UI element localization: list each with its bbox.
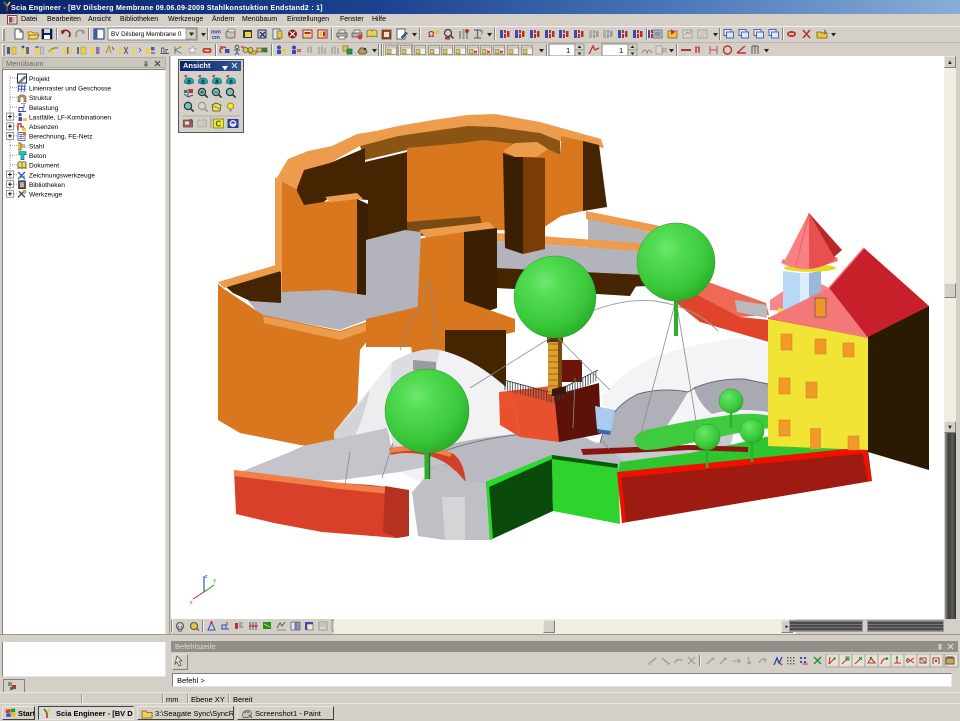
svg-text:Y: Y <box>213 579 217 585</box>
svg-text:1: 1 <box>619 46 623 55</box>
svg-text:x: x <box>190 600 193 606</box>
svg-text:Lastfälle, LF-Kombinationen: Lastfälle, LF-Kombinationen <box>29 114 111 121</box>
svg-text:Beton: Beton <box>29 153 47 160</box>
svg-text:−: − <box>214 90 218 97</box>
svg-text:Werkzeuge: Werkzeuge <box>29 192 63 199</box>
svg-text:Linienraster und Geschosse: Linienraster und Geschosse <box>29 85 111 92</box>
svg-text:Struktur: Struktur <box>29 95 53 102</box>
svg-text:cm: cm <box>212 35 220 41</box>
svg-text:?: ? <box>480 31 484 37</box>
svg-text:Dokument: Dokument <box>29 163 59 170</box>
svg-text:Absenzen: Absenzen <box>29 124 59 131</box>
svg-text:Berechnung, FE-Netz: Berechnung, FE-Netz <box>29 134 92 141</box>
svg-text:Projekt: Projekt <box>29 76 50 83</box>
svg-text:+: + <box>200 90 204 97</box>
svg-text:BV Dilsberg Membrane 0: BV Dilsberg Membrane 0 <box>111 31 182 38</box>
svg-text:Bibliotheken: Bibliotheken <box>29 182 65 189</box>
svg-text:Belastung: Belastung <box>29 105 59 112</box>
svg-text:C: C <box>216 120 222 129</box>
svg-text:Zeichnungswerkzeuge: Zeichnungswerkzeuge <box>29 172 95 179</box>
svg-text:Ω: Ω <box>428 30 435 39</box>
svg-text:z: z <box>205 574 208 580</box>
svg-text:Stahl: Stahl <box>29 143 45 150</box>
svg-text:1: 1 <box>566 46 570 55</box>
svg-text:R: R <box>662 48 667 55</box>
